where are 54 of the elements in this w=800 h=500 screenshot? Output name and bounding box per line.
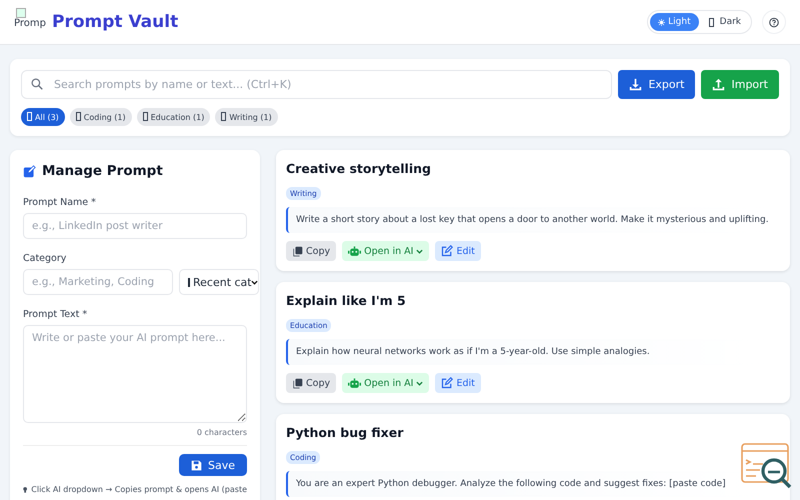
help-icon [769,16,779,28]
chevron-down-icon [416,248,424,254]
prompt-title: Creative storytelling [286,161,432,176]
import-button[interactable]: Import [701,70,779,99]
filter-chip[interactable]: Coding (1) [70,108,132,126]
prompt-text-field[interactable]: Write or paste your AI prompt here... [23,325,247,423]
missing-glyph-icon [76,112,81,121]
filter-chip[interactable]: Education (1) [136,108,210,126]
field-label: Prompt Name * [23,197,97,208]
field-label: Category [23,253,68,264]
character-count: 0 characters [196,428,247,437]
export-button[interactable]: Export [618,70,696,99]
filter-chip[interactable]: Writing (1) [215,108,278,126]
broken-image-icon [16,8,26,18]
edit-icon [441,245,454,257]
prompt-title: Explain like I'm 5 [286,293,407,308]
open-in-ai-button[interactable]: Open in AI [342,373,430,393]
missing-glyph-icon [708,18,714,26]
hint-text: Click AI dropdown → Copies prompt & opens AI (paste [31,485,247,495]
lightbulb-icon [23,485,28,495]
field-label: Prompt Text * [23,309,88,320]
upload-icon [712,78,726,91]
panel-title: Manage Prompt [42,163,163,179]
edit-button[interactable]: Edit [435,373,481,393]
copy-button[interactable]: Copy [286,241,336,261]
missing-glyph-icon [142,112,148,121]
name-field[interactable]: e.g., LinkedIn post writer [23,213,247,239]
open-in-ai-button[interactable]: Open in AI [342,241,430,261]
category-select[interactable]: Recent cat [179,269,259,295]
image-alt-text: Promp [14,18,46,29]
download-icon [629,78,642,91]
category-field[interactable]: e.g., Marketing, Coding [23,269,173,295]
copy-button[interactable]: Copy [286,373,336,393]
copy-icon [292,246,303,256]
search-icon [31,78,43,90]
robot-icon [348,378,362,388]
missing-glyph-icon [221,112,226,121]
app-title: Prompt Vault [52,12,180,32]
chevron-down-icon [416,380,424,386]
missing-glyph-icon [27,112,32,121]
theme-option[interactable]: Dark [700,13,749,31]
edit-button[interactable]: Edit [435,241,481,261]
edit-icon [441,377,454,389]
copy-icon [292,378,303,388]
help-button[interactable] [762,10,786,34]
filter-chip[interactable]: All (3) [21,108,65,126]
save-button[interactable]: Save [178,454,247,476]
search-field[interactable]: Search prompts by name or text... (Ctrl+K) [21,70,612,99]
sun-icon [658,18,666,26]
edit-icon [23,164,36,178]
prompt-title: Python bug fixer [286,425,404,440]
code-search-icon[interactable] [741,443,793,489]
robot-icon [348,246,362,256]
theme-option[interactable]: Light [650,13,699,31]
